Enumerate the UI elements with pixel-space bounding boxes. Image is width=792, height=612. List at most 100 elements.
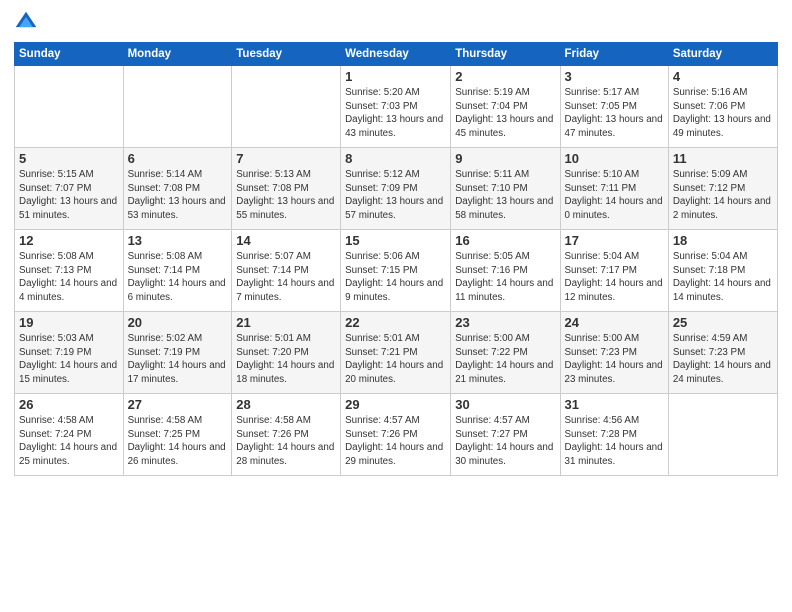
day-cell: 4Sunrise: 5:16 AM Sunset: 7:06 PM Daylig… <box>668 66 777 148</box>
day-info: Sunrise: 4:58 AM Sunset: 7:24 PM Dayligh… <box>19 414 119 469</box>
calendar-table: SundayMondayTuesdayWednesdayThursdayFrid… <box>14 42 778 476</box>
day-cell: 10 Sunrise: 5:10 AM Sunset: 7:11 PM Dayli… <box>560 148 668 230</box>
day-number: 19 <box>19 315 119 330</box>
day-info: Sunrise: 5:09 AM Sunset: 7:12 PM Dayligh… <box>673 168 773 223</box>
day-number: 17 <box>565 233 664 248</box>
day-info: Sunrise: 5:06 AM Sunset: 7:15 PM Dayligh… <box>345 250 446 305</box>
day-number: 14 <box>236 233 336 248</box>
day-cell: 15 Sunrise: 5:06 AM Sunset: 7:15 PM Dayli… <box>341 230 451 312</box>
day-cell <box>123 66 232 148</box>
day-number: 28 <box>236 397 336 412</box>
day-cell: 8 Sunrise: 5:12 AM Sunset: 7:09 PM Daylig… <box>341 148 451 230</box>
weekday-header-friday: Friday <box>560 43 668 66</box>
day-cell: 20Sunrise: 5:02 AM Sunset: 7:19 PM Dayli… <box>123 312 232 394</box>
day-cell: 24 Sunrise: 5:00 AM Sunset: 7:23 PM Dayli… <box>560 312 668 394</box>
day-info: Sunrise: 5:20 AM Sunset: 7:03 PM Dayligh… <box>345 86 446 141</box>
day-info: Sunrise: 5:16 AM Sunset: 7:06 PM Dayligh… <box>673 86 773 141</box>
day-info: Sunrise: 5:00 AM Sunset: 7:22 PM Dayligh… <box>455 332 555 387</box>
day-cell: 5 Sunrise: 5:15 AM Sunset: 7:07 PM Daylig… <box>15 148 124 230</box>
logo <box>14 10 42 34</box>
day-info: Sunrise: 4:57 AM Sunset: 7:27 PM Dayligh… <box>455 414 555 469</box>
day-cell: 1 Sunrise: 5:20 AM Sunset: 7:03 PM Daylig… <box>341 66 451 148</box>
week-row-4: 19 Sunrise: 5:03 AM Sunset: 7:19 PM Dayli… <box>15 312 778 394</box>
day-cell: 26 Sunrise: 4:58 AM Sunset: 7:24 PM Dayli… <box>15 394 124 476</box>
day-info: Sunrise: 5:08 AM Sunset: 7:13 PM Dayligh… <box>19 250 119 305</box>
day-info: Sunrise: 5:04 AM Sunset: 7:18 PM Dayligh… <box>673 250 773 305</box>
day-info: Sunrise: 5:02 AM Sunset: 7:19 PM Dayligh… <box>128 332 228 387</box>
day-cell <box>15 66 124 148</box>
header <box>14 10 778 34</box>
day-cell: 22Sunrise: 5:01 AM Sunset: 7:21 PM Dayli… <box>341 312 451 394</box>
day-number: 10 <box>565 151 664 166</box>
day-cell: 2Sunrise: 5:19 AM Sunset: 7:04 PM Daylig… <box>451 66 560 148</box>
day-cell: 3 Sunrise: 5:17 AM Sunset: 7:05 PM Daylig… <box>560 66 668 148</box>
day-cell: 21Sunrise: 5:01 AM Sunset: 7:20 PM Dayli… <box>232 312 341 394</box>
day-cell: 23 Sunrise: 5:00 AM Sunset: 7:22 PM Dayli… <box>451 312 560 394</box>
day-number: 15 <box>345 233 446 248</box>
day-cell: 30 Sunrise: 4:57 AM Sunset: 7:27 PM Dayli… <box>451 394 560 476</box>
weekday-header-monday: Monday <box>123 43 232 66</box>
weekday-header-saturday: Saturday <box>668 43 777 66</box>
day-cell: 17 Sunrise: 5:04 AM Sunset: 7:17 PM Dayli… <box>560 230 668 312</box>
day-number: 27 <box>128 397 228 412</box>
day-number: 24 <box>565 315 664 330</box>
day-cell <box>668 394 777 476</box>
day-number: 1 <box>345 69 446 84</box>
day-cell <box>232 66 341 148</box>
day-info: Sunrise: 5:15 AM Sunset: 7:07 PM Dayligh… <box>19 168 119 223</box>
day-cell: 27 Sunrise: 4:58 AM Sunset: 7:25 PM Dayli… <box>123 394 232 476</box>
day-cell: 12 Sunrise: 5:08 AM Sunset: 7:13 PM Dayli… <box>15 230 124 312</box>
day-number: 16 <box>455 233 555 248</box>
day-info: Sunrise: 5:03 AM Sunset: 7:19 PM Dayligh… <box>19 332 119 387</box>
day-cell: 18 Sunrise: 5:04 AM Sunset: 7:18 PM Dayli… <box>668 230 777 312</box>
day-info: Sunrise: 5:17 AM Sunset: 7:05 PM Dayligh… <box>565 86 664 141</box>
week-row-3: 12 Sunrise: 5:08 AM Sunset: 7:13 PM Dayli… <box>15 230 778 312</box>
day-cell: 29 Sunrise: 4:57 AM Sunset: 7:26 PM Dayli… <box>341 394 451 476</box>
day-number: 29 <box>345 397 446 412</box>
day-cell: 14 Sunrise: 5:07 AM Sunset: 7:14 PM Dayli… <box>232 230 341 312</box>
day-cell: 25Sunrise: 4:59 AM Sunset: 7:23 PM Dayli… <box>668 312 777 394</box>
day-cell: 28 Sunrise: 4:58 AM Sunset: 7:26 PM Dayli… <box>232 394 341 476</box>
day-info: Sunrise: 4:58 AM Sunset: 7:25 PM Dayligh… <box>128 414 228 469</box>
day-number: 3 <box>565 69 664 84</box>
day-number: 6 <box>128 151 228 166</box>
weekday-header-wednesday: Wednesday <box>341 43 451 66</box>
day-number: 23 <box>455 315 555 330</box>
day-number: 12 <box>19 233 119 248</box>
day-number: 22 <box>345 315 446 330</box>
day-cell: 13 Sunrise: 5:08 AM Sunset: 7:14 PM Dayli… <box>123 230 232 312</box>
day-number: 26 <box>19 397 119 412</box>
day-number: 8 <box>345 151 446 166</box>
day-number: 31 <box>565 397 664 412</box>
day-cell: 9 Sunrise: 5:11 AM Sunset: 7:10 PM Daylig… <box>451 148 560 230</box>
day-info: Sunrise: 5:04 AM Sunset: 7:17 PM Dayligh… <box>565 250 664 305</box>
weekday-header-thursday: Thursday <box>451 43 560 66</box>
day-info: Sunrise: 5:12 AM Sunset: 7:09 PM Dayligh… <box>345 168 446 223</box>
day-number: 25 <box>673 315 773 330</box>
day-info: Sunrise: 5:13 AM Sunset: 7:08 PM Dayligh… <box>236 168 336 223</box>
day-info: Sunrise: 5:00 AM Sunset: 7:23 PM Dayligh… <box>565 332 664 387</box>
day-number: 13 <box>128 233 228 248</box>
day-number: 21 <box>236 315 336 330</box>
day-info: Sunrise: 5:07 AM Sunset: 7:14 PM Dayligh… <box>236 250 336 305</box>
day-cell: 7 Sunrise: 5:13 AM Sunset: 7:08 PM Daylig… <box>232 148 341 230</box>
day-number: 5 <box>19 151 119 166</box>
day-number: 11 <box>673 151 773 166</box>
day-info: Sunrise: 5:10 AM Sunset: 7:11 PM Dayligh… <box>565 168 664 223</box>
day-info: Sunrise: 5:08 AM Sunset: 7:14 PM Dayligh… <box>128 250 228 305</box>
day-number: 18 <box>673 233 773 248</box>
weekday-header-row: SundayMondayTuesdayWednesdayThursdayFrid… <box>15 43 778 66</box>
day-number: 9 <box>455 151 555 166</box>
logo-icon <box>14 10 38 34</box>
week-row-5: 26 Sunrise: 4:58 AM Sunset: 7:24 PM Dayli… <box>15 394 778 476</box>
day-number: 7 <box>236 151 336 166</box>
week-row-1: 1 Sunrise: 5:20 AM Sunset: 7:03 PM Daylig… <box>15 66 778 148</box>
day-info: Sunrise: 4:57 AM Sunset: 7:26 PM Dayligh… <box>345 414 446 469</box>
day-info: Sunrise: 5:19 AM Sunset: 7:04 PM Dayligh… <box>455 86 555 141</box>
week-row-2: 5 Sunrise: 5:15 AM Sunset: 7:07 PM Daylig… <box>15 148 778 230</box>
weekday-header-tuesday: Tuesday <box>232 43 341 66</box>
day-info: Sunrise: 4:58 AM Sunset: 7:26 PM Dayligh… <box>236 414 336 469</box>
day-number: 30 <box>455 397 555 412</box>
day-info: Sunrise: 5:11 AM Sunset: 7:10 PM Dayligh… <box>455 168 555 223</box>
day-info: Sunrise: 4:56 AM Sunset: 7:28 PM Dayligh… <box>565 414 664 469</box>
